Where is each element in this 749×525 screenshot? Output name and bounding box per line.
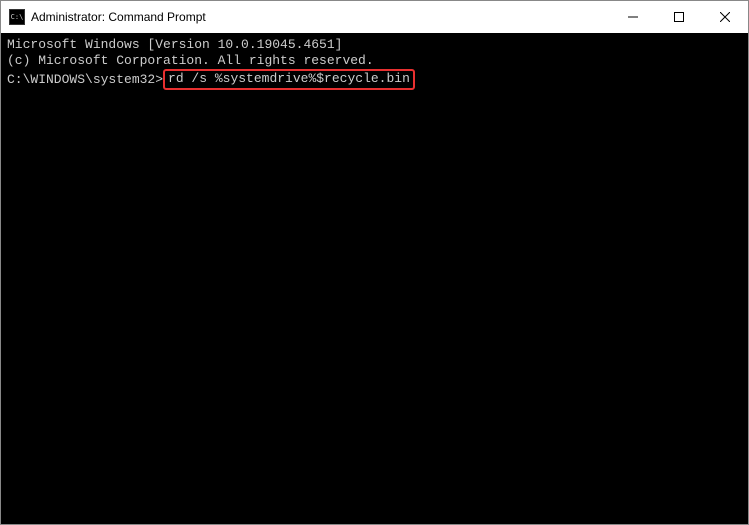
window-title: Administrator: Command Prompt — [31, 10, 610, 24]
command-prompt-window: C:\ Administrator: Command Prompt — [0, 0, 749, 525]
terminal-output-line: Microsoft Windows [Version 10.0.19045.46… — [7, 37, 742, 53]
maximize-button[interactable] — [656, 1, 702, 33]
cmd-icon: C:\ — [9, 9, 25, 25]
minimize-icon — [628, 12, 638, 22]
terminal-output-line: (c) Microsoft Corporation. All rights re… — [7, 53, 742, 69]
highlighted-command: rd /s %systemdrive%$recycle.bin — [163, 69, 415, 90]
terminal-prompt: C:\WINDOWS\system32> — [7, 72, 163, 88]
title-bar[interactable]: C:\ Administrator: Command Prompt — [1, 1, 748, 33]
terminal-area[interactable]: Microsoft Windows [Version 10.0.19045.46… — [1, 33, 748, 524]
terminal-prompt-line: C:\WINDOWS\system32>rd /s %systemdrive%$… — [7, 69, 742, 90]
close-icon — [720, 12, 730, 22]
window-controls — [610, 1, 748, 33]
minimize-button[interactable] — [610, 1, 656, 33]
close-button[interactable] — [702, 1, 748, 33]
maximize-icon — [674, 12, 684, 22]
